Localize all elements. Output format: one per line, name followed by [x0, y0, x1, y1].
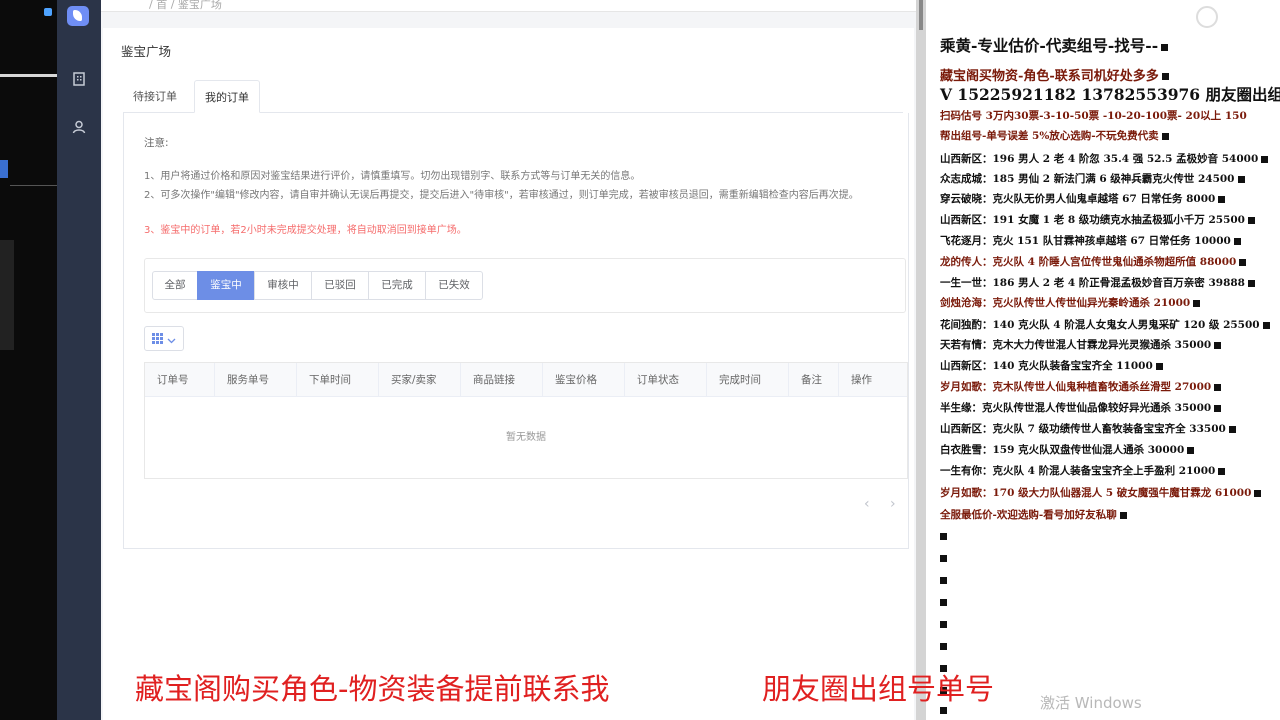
promo-line: 花间独酌：140 克火队 4 阶混人女鬼女人男鬼采矿 120 级 25500: [940, 317, 1270, 332]
filter-completed-button[interactable]: 已完成: [368, 271, 426, 300]
column-header: 商品链接: [461, 363, 543, 397]
tab-panel: 注意: 1、用户将通过价格和原因对鉴宝结果进行评价，请慎重填写。切勿出现错别字、…: [123, 113, 909, 549]
status-filter-group: 全部 鉴宝中 审核中 已驳回 已完成 已失效: [144, 258, 906, 313]
top-bar: / 首 / 鉴宝广场: [101, 0, 916, 12]
promo-line: 一生有你：克火队 4 阶混人装备宝宝齐全上手盈利 21000: [940, 463, 1226, 478]
bullet-marker: [940, 618, 947, 630]
column-header: 操作: [851, 374, 872, 386]
promo-line: 众志成城：185 男仙 2 新法门满 6 级神兵霸克火传世 24500: [940, 171, 1245, 186]
app-sidebar: [57, 0, 101, 720]
promo-line: 半生缘：克火队传世混人传世仙品像较好异光通杀 35000: [940, 400, 1222, 415]
window-fragment: [0, 240, 14, 350]
promo-line: 剑烛沧海：克火队传世人传世仙异光秦岭通杀 21000: [940, 295, 1201, 310]
column-header: 买家/卖家: [379, 363, 461, 397]
promo-line: 飞花逐月：克火 151 队甘霖神孩卓越塔 67 日常任务 10000: [940, 233, 1241, 248]
prev-page-button[interactable]: ‹: [864, 496, 870, 512]
promo-line: 一生一世：186 男人 2 老 4 阶正骨混孟极妙音百万亲密 39888: [940, 275, 1255, 290]
overlay-caption-right: 朋友圈出组号单号: [762, 672, 995, 706]
content-card: 鉴宝广场 待接订单 我的订单 注意: 1、用户将通过价格和原因对鉴宝结果进行评价…: [103, 28, 914, 720]
bullet-marker: [940, 552, 947, 564]
screen: / 首 / 鉴宝广场 鉴宝广场 待接订单 我的订单 注意: 1、用户将通过价格和…: [0, 0, 1280, 720]
promo-line: 扫码估号 3万内30票-3-10-50票 -10-20-100票- 20以上 1…: [940, 110, 1247, 122]
empty-state-text: 暂无数据: [506, 432, 546, 443]
page-title: 鉴宝广场: [121, 44, 172, 59]
divider: [0, 74, 57, 77]
column-header: 鉴宝价格: [543, 363, 625, 397]
notice-item: 1、用户将通过价格和原因对鉴宝结果进行评价，请慎重填写。切勿出现错别字、联系方式…: [144, 171, 641, 182]
promo-line: 帮出组号-单号误差 5%放心选购-不玩免费代卖: [940, 128, 1169, 143]
column-header: 订单号: [145, 363, 215, 397]
overlay-caption-left: 藏宝阁购买角色-物资装备提前联系我: [135, 672, 610, 706]
orders-table: 订单号 服务单号 下单时间 买家/卖家 商品链接 鉴宝价格 订单状态 完成时间 …: [144, 362, 908, 479]
column-settings-button[interactable]: [144, 326, 184, 351]
filter-reviewing-button[interactable]: 审核中: [254, 271, 312, 300]
splitter-handle[interactable]: [919, 0, 923, 30]
bullet-marker: [940, 530, 947, 542]
breadcrumb: / 首 / 鉴宝广场: [149, 0, 222, 11]
tab-pending-orders[interactable]: 待接订单: [123, 80, 187, 113]
promo-line: 山西新区：克火队 7 级功绩传世人畜牧装备宝宝齐全 33500: [940, 421, 1236, 436]
window-fragment: [0, 160, 8, 178]
column-header: 下单时间: [297, 363, 379, 397]
promo-line: 天若有情：克木大力传世混人甘霖龙异光灵猴通杀 35000: [940, 337, 1222, 352]
table-header: 订单号 服务单号 下单时间 买家/卖家 商品链接 鉴宝价格 订单状态 完成时间 …: [145, 363, 907, 397]
tab-bar: 待接订单 我的订单: [123, 80, 903, 113]
promo-line: V 15225921182 13782553976 朋友圈出组号: [940, 85, 1280, 104]
stream-watermark-icon: [1196, 6, 1218, 28]
notice-item-warning: 3、鉴宝中的订单，若2小时未完成提交处理，将自动取消回到接单广场。: [144, 225, 467, 236]
filter-rejected-button[interactable]: 已驳回: [311, 271, 369, 300]
promo-line: 乘黄-专业估价-代卖组号-找号--: [940, 34, 1169, 56]
promo-line: 岁月如歌：170 级大力队仙器混人 5 破女魔强牛魔甘霖龙 61000: [940, 485, 1262, 500]
desktop-background-strip: [0, 0, 57, 720]
grid-icon: [152, 329, 163, 348]
chevron-down-icon: [167, 329, 176, 348]
column-header: 备注: [789, 363, 839, 397]
bullet-marker: [940, 574, 947, 586]
promo-line: 岁月如歌：克木队传世人仙鬼种植畜牧通杀丝滑型 27000: [940, 379, 1222, 394]
filter-expired-button[interactable]: 已失效: [425, 271, 483, 300]
promo-line: 山西新区：140 克火队装备宝宝齐全 11000: [940, 358, 1163, 373]
promo-line: 山西新区：196 男人 2 老 4 阶忽 35.4 强 52.5 孟极妙音 54…: [940, 151, 1269, 166]
windows-activation-watermark: 激活 Windows: [1040, 694, 1142, 712]
next-page-button[interactable]: ›: [890, 496, 896, 512]
window-splitter[interactable]: [916, 0, 926, 720]
tray-icon: [44, 8, 52, 16]
promo-line: 全服最低价-欢迎选购-看号加好友私聊: [940, 507, 1127, 522]
filter-all-button[interactable]: 全部: [152, 271, 198, 300]
promo-line: 山西新区：191 女魔 1 老 8 级功绩克水抽孟极狐小千万 25500: [940, 212, 1255, 227]
promo-line: 穿云破晓：克火队无价男人仙鬼卓越塔 67 日常任务 8000: [940, 191, 1226, 206]
divider: [10, 185, 57, 186]
promo-line: 藏宝阁买物资-角色-联系司机好处多多: [940, 65, 1169, 84]
bullet-marker: [940, 596, 947, 608]
notice-item: 2、可多次操作"编辑"修改内容，请自审并确认无误后再提交，提交后进入"待审核"，…: [144, 190, 859, 201]
filter-appraising-button[interactable]: 鉴宝中: [197, 271, 255, 300]
user-icon[interactable]: [68, 116, 90, 138]
main-window: / 首 / 鉴宝广场 鉴宝广场 待接订单 我的订单 注意: 1、用户将通过价格和…: [101, 0, 916, 720]
promo-text-panel: 乘黄-专业估价-代卖组号-找号-- 藏宝阁买物资-角色-联系司机好处多多 V 1…: [926, 0, 1280, 720]
promo-line: 白衣胜雪：159 克火队双盘传世仙混人通杀 30000: [940, 442, 1195, 457]
tab-my-orders[interactable]: 我的订单: [194, 80, 260, 113]
building-icon[interactable]: [68, 68, 90, 90]
bullet-marker: [940, 640, 947, 652]
column-header: 服务单号: [215, 363, 297, 397]
notice-title: 注意:: [144, 137, 169, 149]
app-logo-icon: [67, 6, 89, 26]
promo-line: 龙的传人：克火队 4 阶睡人宫位传世鬼仙通杀物超所值 88000: [940, 254, 1247, 269]
column-header: 完成时间: [707, 363, 789, 397]
column-header: 订单状态: [625, 363, 707, 397]
